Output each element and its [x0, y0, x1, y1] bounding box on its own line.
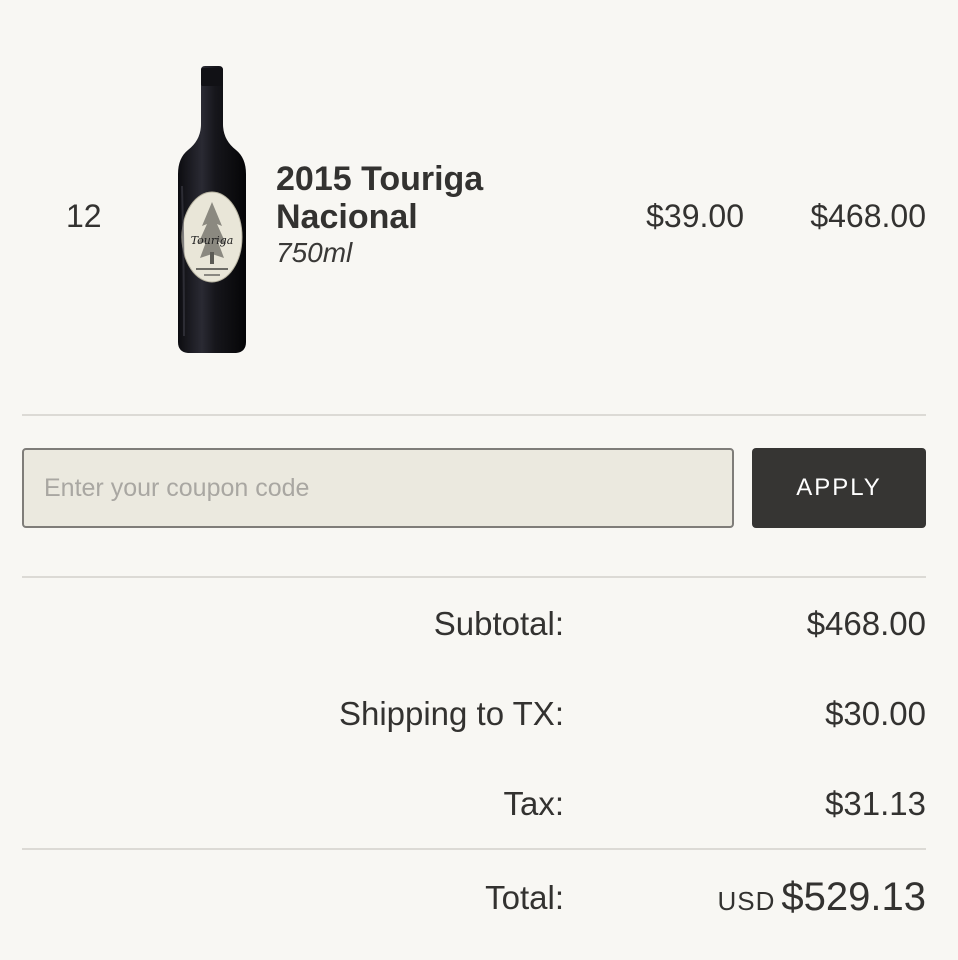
- subtotal-value: $468.00: [806, 605, 926, 642]
- total-value: USD $529.13: [718, 872, 927, 931]
- apply-coupon-button[interactable]: APPLY: [752, 448, 926, 528]
- product-info: 2015 Touriga Nacional 750ml: [276, 160, 576, 270]
- unit-price: $39.00: [646, 198, 744, 234]
- total-label: Total:: [485, 879, 564, 916]
- cart-item-row: 12 Touriga 2015 Touriga Nacional 750ml $…: [0, 0, 958, 414]
- divider: [22, 414, 926, 416]
- total-currency: USD: [717, 886, 776, 916]
- tax-label: Tax:: [503, 785, 564, 822]
- product-size: 750ml: [276, 237, 353, 268]
- line-total: $468.00: [810, 198, 926, 234]
- product-name[interactable]: 2015 Touriga Nacional: [276, 160, 576, 236]
- divider: [22, 848, 926, 850]
- shipping-label: Shipping to TX:: [338, 695, 564, 732]
- item-quantity: 12: [66, 198, 102, 234]
- shipping-value: $30.00: [825, 695, 926, 732]
- subtotal-label: Subtotal:: [433, 605, 564, 642]
- wine-bottle-image: Touriga: [178, 66, 246, 353]
- tax-value: $31.13: [825, 785, 926, 822]
- svg-text:Touriga: Touriga: [191, 234, 234, 247]
- divider: [22, 576, 926, 578]
- total-amount: $529.13: [781, 875, 926, 919]
- coupon-code-input[interactable]: [22, 448, 734, 528]
